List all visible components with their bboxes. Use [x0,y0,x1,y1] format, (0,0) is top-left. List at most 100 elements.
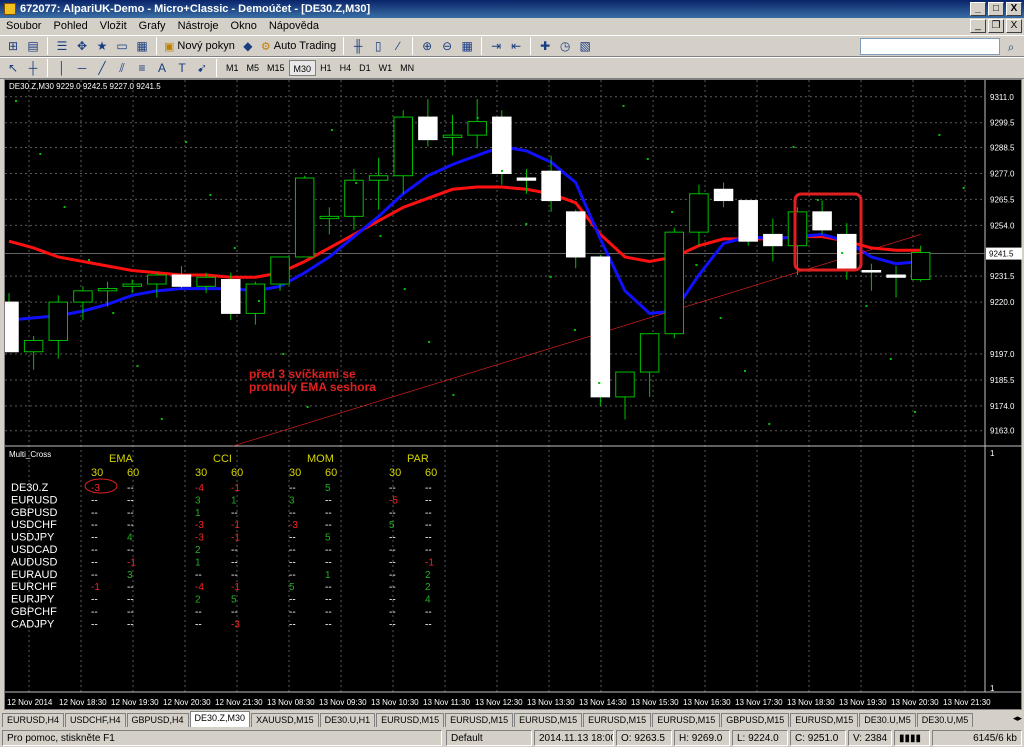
tab-eurusd-m15-6[interactable]: EURUSD,M15 [790,713,859,727]
horizontal-line-icon[interactable]: ─ [73,59,91,77]
timeframe-m30[interactable]: M30 [288,60,317,76]
timeframe-m15[interactable]: M15 [263,60,289,76]
tab-eurusd-h4[interactable]: EURUSD,H4 [2,713,65,727]
candle[interactable] [147,274,167,285]
market-watch-icon[interactable]: ☰ [53,37,71,55]
candle[interactable] [787,211,808,247]
candle[interactable] [196,276,216,287]
timeframe-m1[interactable]: M1 [222,60,243,76]
indicators-icon[interactable]: ✚ [536,37,554,55]
menu-nastroje[interactable]: Nástroje [172,20,225,32]
candle[interactable] [689,193,709,233]
tab-usdchf-h4[interactable]: USDCHF,H4 [65,713,126,727]
arrows-icon[interactable]: ➹ [193,59,211,77]
zoom-in-icon[interactable]: ⊕ [418,37,436,55]
trendline[interactable] [232,234,921,447]
periods-icon[interactable]: ◷ [556,37,574,55]
candle[interactable] [73,290,93,303]
candle[interactable] [664,231,685,335]
chart-window[interactable]: 9311.0 9299.5 9288.5 9277.0 9265.5 9254.0 9231… [4,79,1023,711]
mdi-close-button[interactable]: X [1006,19,1022,33]
candle[interactable] [270,256,290,285]
candle[interactable] [541,170,561,202]
text-tool-icon[interactable]: A [153,59,171,77]
tab-eurusd-m15-4[interactable]: EURUSD,M15 [583,713,652,727]
tab-eurusd-m15-3[interactable]: EURUSD,M15 [514,713,583,727]
timeframe-mn[interactable]: MN [396,60,418,76]
candle[interactable] [418,116,438,141]
candle[interactable] [590,256,611,398]
price-chart[interactable]: 9311.0 9299.5 9288.5 9277.0 9265.5 9254.0 9231… [5,80,1023,711]
terminal-icon[interactable]: ▭ [113,37,131,55]
minimize-button[interactable]: _ [970,2,986,16]
tab-gbpusd-h4[interactable]: GBPUSD,H4 [126,713,189,727]
candle[interactable] [910,251,931,281]
candle[interactable] [97,288,118,292]
candle[interactable] [886,274,906,278]
zoom-out-icon[interactable]: ⊖ [438,37,456,55]
chart-shift-icon[interactable]: ⇤ [507,37,525,55]
candle[interactable] [319,215,340,220]
candle[interactable] [5,301,19,353]
tab-de30u-m5[interactable]: DE30.U,M5 [859,713,916,727]
tab-de30u-h1[interactable]: DE30.U,H1 [319,713,376,727]
candle[interactable] [615,371,635,398]
candle[interactable] [171,274,192,287]
chart-annotation[interactable]: před 3 svíčkami se protnuly EMA seshora [249,368,389,394]
data-window-icon[interactable]: ✥ [73,37,91,55]
fibonacci-icon[interactable]: ≡ [133,59,151,77]
menu-grafy[interactable]: Grafy [133,20,172,32]
candle[interactable] [23,339,44,353]
candle[interactable] [122,283,142,287]
tab-de30u-m5-2[interactable]: DE30.U,M5 [916,713,974,727]
templates-icon[interactable]: ▧ [576,37,594,55]
menu-pohled[interactable]: Pohled [47,20,93,32]
mdi-minimize-button[interactable]: _ [970,19,986,33]
candle[interactable] [344,179,364,217]
candle[interactable] [294,177,315,258]
candle[interactable] [738,200,758,242]
candle[interactable] [368,175,389,181]
candle[interactable] [393,116,413,177]
tile-windows-icon[interactable]: ▦ [458,37,476,55]
candle[interactable] [245,283,266,314]
timeframe-d1[interactable]: D1 [355,60,375,76]
candle[interactable] [639,333,660,373]
navigator-icon[interactable]: ★ [93,37,111,55]
tabs-scroll-icon[interactable]: ◂▸ [1013,713,1022,724]
new-chart-icon[interactable]: ⊞ [4,37,22,55]
equidistant-channel-icon[interactable]: ⫽ [113,59,131,77]
highlight-ellipse[interactable] [84,478,118,494]
new-order-button[interactable]: ▣ Nový pokyn [162,37,237,55]
text-label-icon[interactable]: T [173,59,191,77]
autoscroll-icon[interactable]: ⇥ [487,37,505,55]
menu-napoveda[interactable]: Nápověda [263,20,325,32]
candle[interactable] [763,233,783,247]
candle[interactable] [713,188,734,202]
search-icon[interactable]: ⌕ [1002,38,1020,56]
tab-xauusd-m15[interactable]: XAUUSD,M15 [251,713,319,727]
timeframe-h1[interactable]: H1 [316,60,336,76]
candle[interactable] [812,211,832,231]
search-input[interactable] [860,38,1000,55]
timeframe-h4[interactable]: H4 [336,60,356,76]
candle[interactable] [467,121,487,136]
candle[interactable] [442,134,463,138]
menu-soubor[interactable]: Soubor [0,20,47,32]
line-chart-icon[interactable]: ∕ [389,37,407,55]
tab-de30z-m30[interactable]: DE30.Z,M30 [189,711,251,727]
timeframe-w1[interactable]: W1 [375,60,397,76]
candle[interactable] [837,233,857,272]
mdi-restore-button[interactable]: ❐ [988,19,1004,33]
tab-eurusd-m15-5[interactable]: EURUSD,M15 [652,713,721,727]
candle[interactable] [221,279,241,314]
maximize-button[interactable]: □ [988,2,1004,16]
menu-okno[interactable]: Okno [225,20,263,32]
profiles-icon[interactable]: ▤ [24,37,42,55]
bar-chart-icon[interactable]: ╫ [349,37,367,55]
candle[interactable] [861,270,882,273]
tab-eurusd-m15-1[interactable]: EURUSD,M15 [376,713,445,727]
trendline-icon[interactable]: ╱ [93,59,111,77]
tab-gbpusd-m15[interactable]: GBPUSD,M15 [721,713,790,727]
vertical-line-icon[interactable]: │ [53,59,71,77]
